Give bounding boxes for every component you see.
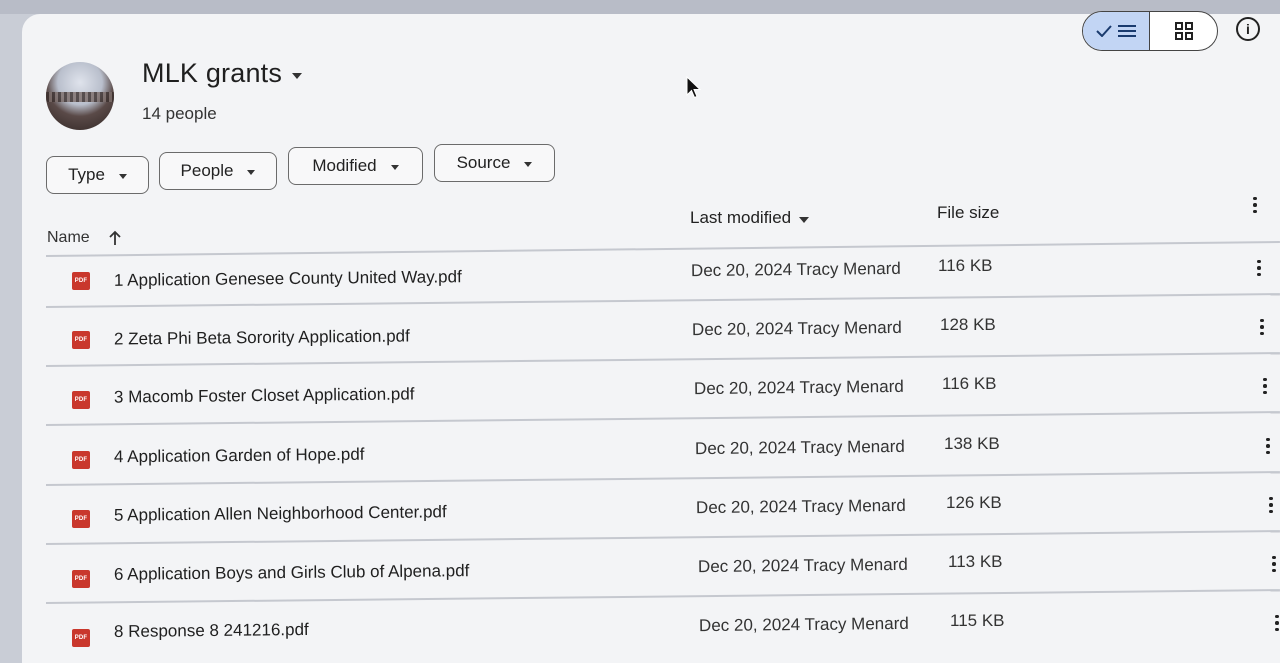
- drive-title: MLK grants: [142, 58, 283, 88]
- arrow-up-icon[interactable]: [108, 230, 122, 246]
- filter-people-label: People: [180, 161, 234, 180]
- file-row[interactable]: PDF 6 Application Boys and Girls Club of …: [0, 544, 1280, 602]
- file-name[interactable]: 5 Application Allen Neighborhood Center.…: [114, 502, 447, 525]
- file-size: 128 KB: [940, 315, 996, 334]
- view-toggle: [1082, 11, 1218, 51]
- file-name[interactable]: 6 Application Boys and Girls Club of Alp…: [114, 561, 470, 585]
- file-name[interactable]: 2 Zeta Phi Beta Sorority Application.pdf: [114, 326, 410, 349]
- file-row[interactable]: PDF 1 Application Genesee County United W…: [0, 248, 1280, 306]
- filter-source-chip[interactable]: Source: [434, 144, 555, 182]
- filter-people-chip[interactable]: People: [159, 152, 277, 190]
- more-options-icon[interactable]: [1248, 195, 1262, 215]
- more-options-icon[interactable]: [1252, 258, 1266, 278]
- filter-modified-label: Modified: [312, 156, 377, 175]
- shared-drive-avatar: [46, 62, 114, 130]
- file-row[interactable]: PDF 2 Zeta Phi Beta Sorority Application.…: [0, 307, 1280, 365]
- file-size-column-header[interactable]: File size: [937, 203, 999, 223]
- filter-type-chip[interactable]: Type: [46, 156, 149, 194]
- list-icon: [1118, 25, 1136, 37]
- caret-down-icon: [292, 72, 303, 79]
- info-icon: i: [1246, 21, 1250, 37]
- caret-down-icon: [118, 173, 127, 179]
- caret-down-icon: [390, 164, 399, 170]
- file-row[interactable]: PDF 8 Response 8 241216.pdf Dec 20, 2024 T…: [0, 603, 1280, 661]
- pdf-icon: PDF: [72, 331, 90, 350]
- pdf-icon: PDF: [72, 450, 90, 469]
- more-options-icon[interactable]: [1264, 495, 1278, 515]
- file-last-modified: Dec 20, 2024 Tracy Menard: [695, 495, 906, 518]
- grid-view-button[interactable]: [1150, 12, 1217, 50]
- pdf-icon: PDF: [72, 628, 90, 647]
- file-size: 138 KB: [944, 434, 1000, 453]
- filter-modified-chip[interactable]: Modified: [288, 147, 423, 185]
- more-options-icon[interactable]: [1270, 613, 1280, 633]
- list-view-button[interactable]: [1083, 12, 1150, 50]
- file-size: 116 KB: [942, 374, 997, 393]
- name-column-label: Name: [47, 229, 90, 246]
- check-icon: [1096, 25, 1112, 37]
- file-name[interactable]: 8 Response 8 241216.pdf: [114, 620, 309, 642]
- pdf-icon: PDF: [72, 510, 90, 529]
- last-modified-label: Last modified: [690, 208, 792, 227]
- file-name[interactable]: 3 Macomb Foster Closet Application.pdf: [114, 384, 415, 407]
- file-last-modified: Dec 20, 2024 Tracy Menard: [691, 317, 902, 340]
- file-name[interactable]: 4 Application Garden of Hope.pdf: [114, 444, 365, 467]
- pdf-icon: PDF: [72, 390, 90, 409]
- file-last-modified: Dec 20, 2024 Tracy Menard: [693, 376, 904, 399]
- more-options-icon[interactable]: [1255, 317, 1269, 337]
- file-row[interactable]: PDF 4 Application Garden of Hope.pdf Dec 2…: [0, 426, 1280, 484]
- drive-title-dropdown[interactable]: MLK grants: [142, 58, 303, 89]
- file-last-modified: Dec 20, 2024 Tracy Menard: [698, 613, 909, 636]
- more-options-icon[interactable]: [1261, 436, 1275, 456]
- name-column-header[interactable]: Name: [47, 229, 122, 247]
- filter-type-label: Type: [68, 165, 105, 184]
- grid-icon: [1174, 22, 1193, 40]
- file-row[interactable]: PDF 3 Macomb Foster Closet Application.pd…: [0, 366, 1280, 424]
- pdf-icon: PDF: [72, 569, 90, 588]
- caret-down-icon: [524, 161, 533, 167]
- pdf-icon: PDF: [72, 272, 90, 290]
- filter-source-label: Source: [456, 153, 511, 172]
- info-button[interactable]: i: [1236, 17, 1260, 41]
- browser-top-strip: [0, 0, 1280, 14]
- file-size: 115 KB: [950, 611, 1005, 630]
- member-count[interactable]: 14 people: [142, 104, 217, 124]
- file-last-modified: Dec 20, 2024 Tracy Menard: [694, 436, 905, 459]
- file-size: 126 KB: [946, 493, 1002, 512]
- file-name[interactable]: 1 Application Genesee County United Way.…: [114, 267, 462, 291]
- more-options-icon[interactable]: [1267, 554, 1280, 574]
- file-row[interactable]: PDF 5 Application Allen Neighborhood Cent…: [0, 485, 1280, 543]
- file-last-modified: Dec 20, 2024 Tracy Menard: [697, 554, 908, 577]
- caret-down-icon: [799, 217, 810, 223]
- file-size: 113 KB: [948, 552, 1003, 571]
- last-modified-column-header[interactable]: Last modified: [690, 208, 810, 228]
- more-options-icon[interactable]: [1258, 376, 1272, 396]
- file-size: 116 KB: [938, 256, 993, 275]
- caret-down-icon: [247, 169, 256, 175]
- file-last-modified: Dec 20, 2024 Tracy Menard: [690, 258, 901, 281]
